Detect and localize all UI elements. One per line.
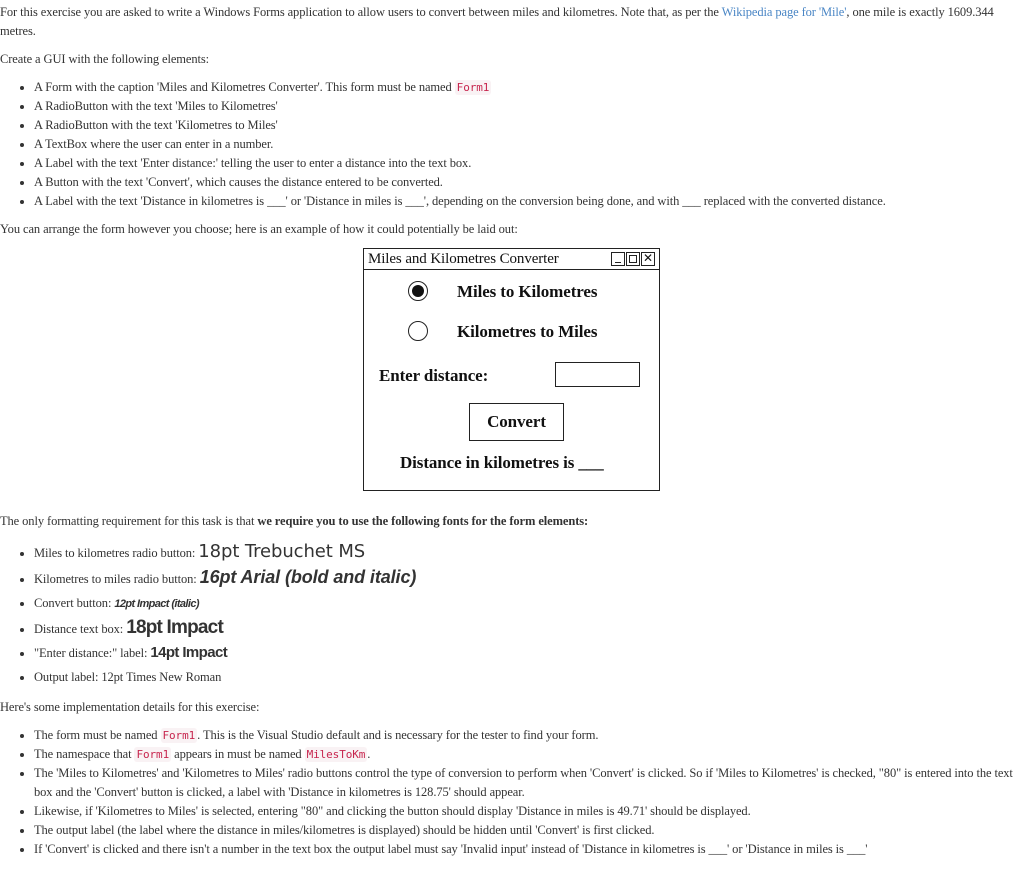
formatting-text: The only formatting requirement for this… — [0, 514, 258, 528]
output-label: Distance in kilometres is ___ — [400, 453, 604, 472]
list-item: A Label with the text 'Enter distance:' … — [34, 154, 1024, 173]
list-item: A RadioButton with the text 'Miles to Ki… — [34, 97, 1024, 116]
minimize-icon — [611, 252, 625, 266]
list-item-text: The form must be named — [34, 728, 161, 742]
impl-details-list: The form must be named Form1. This is th… — [0, 726, 1024, 859]
list-item: Distance text box: 18pt Impact — [34, 616, 1024, 641]
font-sample: 14pt Impact — [150, 644, 228, 661]
code-form1: Form1 — [160, 728, 198, 743]
font-sample: 16pt Arial (bold and italic) — [199, 567, 417, 587]
list-item-text: . — [367, 747, 371, 761]
font-req-label: Kilometres to miles radio button: — [34, 572, 200, 586]
layout-note: You can arrange the form however you cho… — [0, 222, 518, 236]
code-form1: Form1 — [454, 80, 492, 95]
list-item-text: A RadioButton with the text 'Miles to Ki… — [34, 99, 278, 113]
font-req-label: Miles to kilometres radio button: — [34, 546, 199, 560]
list-item-text: A Label with the text 'Enter distance:' … — [34, 156, 472, 170]
font-req-label: Distance text box: — [34, 622, 127, 636]
font-sample: 18pt Impact — [126, 617, 224, 638]
intro-paragraph: For this exercise you are asked to write… — [0, 3, 1024, 41]
list-item: A RadioButton with the text 'Kilometres … — [34, 116, 1024, 135]
distance-textbox — [555, 362, 640, 387]
radio-checked-icon — [408, 281, 428, 301]
close-icon: ✕ — [641, 252, 655, 266]
list-item: "Enter distance:" label: 14pt Impact — [34, 641, 1024, 665]
font-sample: 12pt Impact (italic) — [114, 598, 199, 610]
list-item: A Form with the caption 'Miles and Kilom… — [34, 78, 1024, 97]
intro-text: For this exercise you are asked to write… — [0, 5, 722, 19]
gui-heading: Create a GUI with the following elements… — [0, 52, 210, 66]
form-mockup-figure: Miles and Kilometres Converter ✕ Miles t… — [0, 248, 1024, 504]
list-item-text: If 'Convert' is clicked and there isn't … — [34, 842, 868, 856]
impl-heading: Here's some implementation details for t… — [0, 700, 260, 714]
maximize-icon — [626, 252, 640, 266]
list-item-text: A Button with the text 'Convert', which … — [34, 175, 443, 189]
gui-elements-list: A Form with the caption 'Miles and Kilom… — [0, 78, 1024, 211]
formatting-bold-text: we require you to use the following font… — [257, 514, 589, 528]
radio-km-to-miles: Kilometres to Miles — [364, 319, 659, 343]
list-item: The 'Miles to Kilometres' and 'Kilometre… — [34, 764, 1024, 802]
mockup-title: Miles and Kilometres Converter — [368, 251, 559, 267]
window-buttons: ✕ — [610, 252, 655, 266]
list-item-text: A Label with the text 'Distance in kilom… — [34, 194, 886, 208]
font-req-label: Output label: — [34, 670, 102, 684]
list-item: The namespace that Form1 appears in must… — [34, 745, 1024, 764]
list-item: Kilometres to miles radio button: 16pt A… — [34, 565, 1024, 591]
list-item-text: A RadioButton with the text 'Kilometres … — [34, 118, 278, 132]
enter-distance-label: Enter distance: — [379, 366, 489, 385]
list-item-text: Likewise, if 'Kilometres to Miles' is se… — [34, 804, 751, 818]
list-item: Convert button: 12pt Impact (italic) — [34, 591, 1024, 616]
list-item-text: . This is the Visual Studio default and … — [197, 728, 599, 742]
radio-miles-to-km-label: Miles to Kilometres — [457, 281, 598, 301]
convert-button: Convert — [469, 403, 564, 441]
exercise-page: For this exercise you are asked to write… — [0, 0, 1024, 859]
code-namespace: MilesToKm — [304, 747, 368, 762]
radio-km-to-miles-label: Kilometres to Miles — [457, 321, 598, 341]
list-item: The form must be named Form1. This is th… — [34, 726, 1024, 745]
list-item-text: The 'Miles to Kilometres' and 'Kilometre… — [34, 766, 1013, 799]
font-sample: 18pt Trebuchet MS — [198, 541, 366, 562]
list-item: Miles to kilometres radio button: 18pt T… — [34, 540, 1024, 565]
list-item: A Label with the text 'Distance in kilom… — [34, 192, 1024, 211]
font-requirements-list: Miles to kilometres radio button: 18pt T… — [0, 540, 1024, 689]
font-req-label: Convert button: — [34, 596, 115, 610]
list-item: Likewise, if 'Kilometres to Miles' is se… — [34, 802, 1024, 821]
formatting-paragraph: The only formatting requirement for this… — [0, 512, 1024, 531]
mockup-title-bar: Miles and Kilometres Converter ✕ — [364, 249, 659, 270]
list-item: A Button with the text 'Convert', which … — [34, 173, 1024, 192]
list-item-text: A TextBox where the user can enter in a … — [34, 137, 274, 151]
radio-miles-to-km: Miles to Kilometres — [364, 279, 659, 303]
radio-unchecked-icon — [408, 321, 428, 341]
list-item: The output label (the label where the di… — [34, 821, 1024, 840]
font-req-label: "Enter distance:" label: — [34, 646, 151, 660]
wikipedia-mile-link[interactable]: Wikipedia page for 'Mile' — [722, 5, 847, 19]
form-mockup-window: Miles and Kilometres Converter ✕ Miles t… — [363, 248, 660, 491]
list-item-text: The output label (the label where the di… — [34, 823, 655, 837]
list-item: If 'Convert' is clicked and there isn't … — [34, 840, 1024, 859]
list-item-text: appears in must be named — [171, 747, 305, 761]
code-form1: Form1 — [134, 747, 172, 762]
list-item: A TextBox where the user can enter in a … — [34, 135, 1024, 154]
list-item-text: A Form with the caption 'Miles and Kilom… — [34, 80, 455, 94]
list-item-text: The namespace that — [34, 747, 135, 761]
font-sample: 12pt Times New Roman — [101, 670, 222, 684]
list-item: Output label: 12pt Times New Roman — [34, 665, 1024, 689]
